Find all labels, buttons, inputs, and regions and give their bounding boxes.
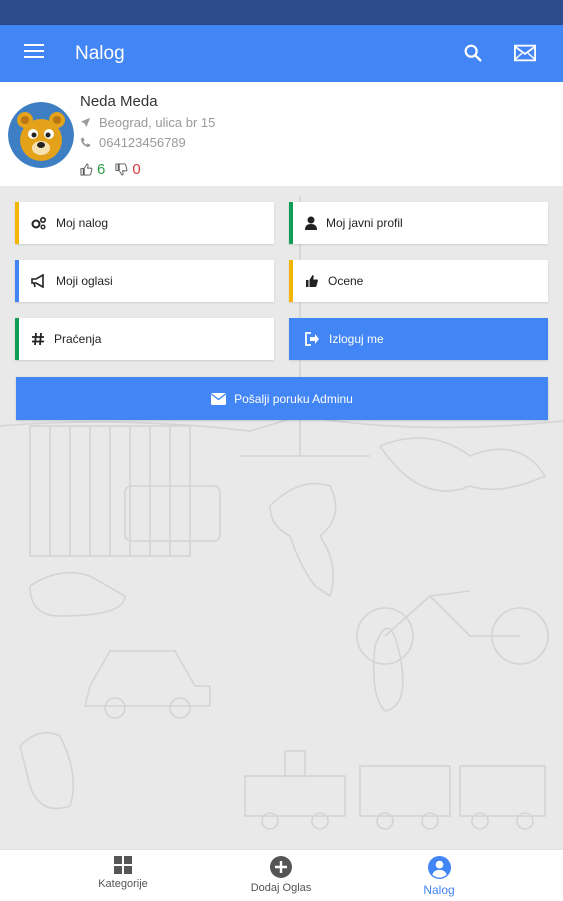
ocene-label: Ocene <box>328 274 364 288</box>
menu-icon[interactable] <box>24 44 44 62</box>
envelope-icon <box>211 392 227 405</box>
pracenja-button[interactable]: Praćenja <box>15 318 274 360</box>
tab-dodaj-oglas[interactable]: Dodaj Oglas <box>221 856 341 894</box>
gears-icon <box>31 216 47 230</box>
tab-kategorije-label: Kategorije <box>98 878 148 890</box>
sign-out-icon <box>305 332 319 346</box>
user-icon <box>305 216 317 230</box>
status-bar <box>0 0 563 25</box>
thumbs-up-solid-icon <box>306 275 318 287</box>
tab-nalog[interactable]: Nalog <box>379 856 499 897</box>
bottom-navigation: Kategorije Dodaj Oglas Nalog <box>0 849 563 901</box>
rating-counts: 6 0 <box>80 161 141 178</box>
javni-profil-button[interactable]: Moj javni profil <box>289 202 548 244</box>
mail-icon[interactable] <box>514 43 536 63</box>
ocene-button[interactable]: Ocene <box>289 260 548 302</box>
moji-oglasi-label: Moji oglasi <box>56 274 113 288</box>
hashtag-icon <box>32 332 44 346</box>
account-circle-icon <box>427 856 451 879</box>
add-circle-icon <box>270 856 292 878</box>
izloguj-label: Izloguj me <box>329 332 384 346</box>
profile-name: Neda Meda <box>80 93 158 110</box>
pracenja-label: Praćenja <box>54 332 102 346</box>
message-admin-label: Pošalji poruku Adminu <box>234 391 353 406</box>
page-title: Nalog <box>75 43 125 64</box>
phone-text: 064123456789 <box>99 135 186 150</box>
app-bar: Nalog <box>0 25 563 82</box>
javni-profil-label: Moj javni profil <box>326 216 403 230</box>
profile-address: Beograd, ulica br 15 <box>80 115 215 130</box>
thumbs-down-icon <box>115 163 128 176</box>
tab-nalog-label: Nalog <box>423 883 455 897</box>
message-admin-button[interactable]: Pošalji poruku Adminu <box>16 377 548 420</box>
bear-avatar-icon <box>8 102 74 168</box>
izloguj-button[interactable]: Izloguj me <box>289 318 548 360</box>
profile-phone: 064123456789 <box>80 135 186 150</box>
address-text: Beograd, ulica br 15 <box>99 115 216 130</box>
tab-dodaj-oglas-label: Dodaj Oglas <box>250 882 312 894</box>
avatar[interactable] <box>8 102 74 168</box>
search-icon[interactable] <box>462 42 484 64</box>
tab-kategorije[interactable]: Kategorije <box>63 856 183 890</box>
moji-oglasi-button[interactable]: Moji oglasi <box>15 260 274 302</box>
grid-icon <box>114 856 132 874</box>
location-arrow-icon <box>80 117 91 128</box>
dislikes-count: 0 <box>132 161 141 178</box>
phone-icon <box>80 137 91 148</box>
profile-card: Neda Meda Beograd, ulica br 15 064123456… <box>0 82 563 186</box>
likes-count: 6 <box>97 161 106 178</box>
megaphone-icon <box>31 274 44 288</box>
thumbs-up-icon <box>80 163 93 176</box>
moj-nalog-label: Moj nalog <box>56 216 109 230</box>
moj-nalog-button[interactable]: Moj nalog <box>15 202 274 244</box>
